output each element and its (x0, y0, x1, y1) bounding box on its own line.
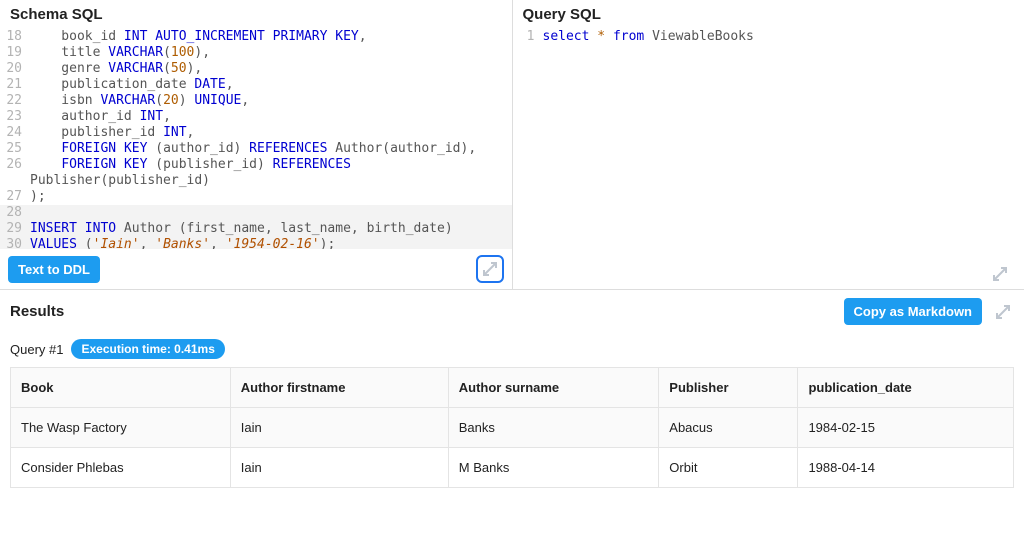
code-content[interactable]: FOREIGN KEY (publisher_id) REFERENCES (26, 157, 351, 173)
code-content[interactable]: author_id INT, (26, 109, 171, 125)
results-section: Results Copy as Markdown Query #1 Execut… (0, 290, 1024, 508)
column-header: Publisher (659, 368, 798, 408)
expand-icon (993, 267, 1007, 281)
line-number: 22 (0, 93, 26, 109)
code-content[interactable]: FOREIGN KEY (author_id) REFERENCES Autho… (26, 141, 476, 157)
code-content[interactable]: isbn VARCHAR(20) UNIQUE, (26, 93, 249, 109)
query-panel-title: Query SQL (513, 0, 1024, 27)
line-number: 29 (0, 221, 26, 237)
query-editor[interactable]: 1select * from ViewableBooks (513, 27, 1024, 289)
code-line[interactable]: Publisher(publisher_id) (0, 173, 512, 189)
line-number: 1 (513, 29, 539, 45)
text-to-ddl-button[interactable]: Text to DDL (8, 256, 100, 283)
expand-icon (483, 262, 497, 276)
line-number: 20 (0, 61, 26, 77)
code-content[interactable]: publisher_id INT, (26, 125, 194, 141)
line-number: 30 (0, 237, 26, 249)
table-row: The Wasp FactoryIainBanksAbacus1984-02-1… (11, 408, 1014, 448)
code-content[interactable]: publication_date DATE, (26, 77, 234, 93)
code-line[interactable]: 28 (0, 205, 512, 221)
table-row: Consider PhlebasIainM BanksOrbit1988-04-… (11, 448, 1014, 488)
code-line[interactable]: 26 FOREIGN KEY (publisher_id) REFERENCES (0, 157, 512, 173)
line-number: 23 (0, 109, 26, 125)
query-sql-panel: Query SQL 1select * from ViewableBooks (513, 0, 1024, 289)
code-content[interactable]: INSERT INTO Author (first_name, last_nam… (26, 221, 453, 237)
line-number (0, 173, 26, 189)
line-number: 25 (0, 141, 26, 157)
code-line[interactable]: 23 author_id INT, (0, 109, 512, 125)
copy-as-markdown-button[interactable]: Copy as Markdown (844, 298, 982, 325)
execution-time-pill: Execution time: 0.41ms (71, 339, 224, 359)
line-number: 24 (0, 125, 26, 141)
line-number: 19 (0, 45, 26, 61)
code-content[interactable]: select * from ViewableBooks (539, 29, 754, 45)
table-cell: 1984-02-15 (798, 408, 1014, 448)
code-content[interactable]: VALUES ('Iain', 'Banks', '1954-02-16'); (26, 237, 335, 249)
table-cell: Consider Phlebas (11, 448, 231, 488)
schema-sql-panel: Schema SQL 18 book_id INT AUTO_INCREMENT… (0, 0, 513, 289)
code-line[interactable]: 20 genre VARCHAR(50), (0, 61, 512, 77)
results-title: Results (10, 303, 844, 320)
expand-icon (996, 305, 1010, 319)
code-line[interactable]: 22 isbn VARCHAR(20) UNIQUE, (0, 93, 512, 109)
expand-query-button[interactable] (986, 260, 1014, 288)
code-line[interactable]: 21 publication_date DATE, (0, 77, 512, 93)
table-cell: Orbit (659, 448, 798, 488)
code-line[interactable]: 29INSERT INTO Author (first_name, last_n… (0, 221, 512, 237)
table-cell: Banks (448, 408, 659, 448)
line-number: 18 (0, 29, 26, 45)
code-line[interactable]: 30VALUES ('Iain', 'Banks', '1954-02-16')… (0, 237, 512, 249)
expand-results-button[interactable] (992, 301, 1014, 323)
results-table: BookAuthor firstnameAuthor surnamePublis… (10, 367, 1014, 488)
schema-editor[interactable]: 18 book_id INT AUTO_INCREMENT PRIMARY KE… (0, 27, 512, 249)
table-cell: Iain (230, 448, 448, 488)
schema-panel-title: Schema SQL (0, 0, 512, 27)
code-content[interactable]: genre VARCHAR(50), (26, 61, 202, 77)
code-content[interactable]: Publisher(publisher_id) (26, 173, 210, 189)
code-content[interactable]: title VARCHAR(100), (26, 45, 210, 61)
query-number-label: Query #1 (10, 342, 63, 357)
code-content[interactable] (26, 205, 30, 221)
line-number: 26 (0, 157, 26, 173)
column-header: Book (11, 368, 231, 408)
line-number: 28 (0, 205, 26, 221)
column-header: Author surname (448, 368, 659, 408)
column-header: Author firstname (230, 368, 448, 408)
line-number: 27 (0, 189, 26, 205)
table-cell: Abacus (659, 408, 798, 448)
code-line[interactable]: 19 title VARCHAR(100), (0, 45, 512, 61)
code-line[interactable]: 18 book_id INT AUTO_INCREMENT PRIMARY KE… (0, 29, 512, 45)
table-cell: 1988-04-14 (798, 448, 1014, 488)
table-cell: Iain (230, 408, 448, 448)
column-header: publication_date (798, 368, 1014, 408)
expand-schema-button[interactable] (476, 255, 504, 283)
code-content[interactable]: ); (26, 189, 46, 205)
code-line[interactable]: 1select * from ViewableBooks (513, 29, 1024, 45)
code-line[interactable]: 27); (0, 189, 512, 205)
line-number: 21 (0, 77, 26, 93)
table-cell: The Wasp Factory (11, 408, 231, 448)
code-line[interactable]: 24 publisher_id INT, (0, 125, 512, 141)
code-content[interactable]: book_id INT AUTO_INCREMENT PRIMARY KEY, (26, 29, 367, 45)
table-cell: M Banks (448, 448, 659, 488)
code-line[interactable]: 25 FOREIGN KEY (author_id) REFERENCES Au… (0, 141, 512, 157)
